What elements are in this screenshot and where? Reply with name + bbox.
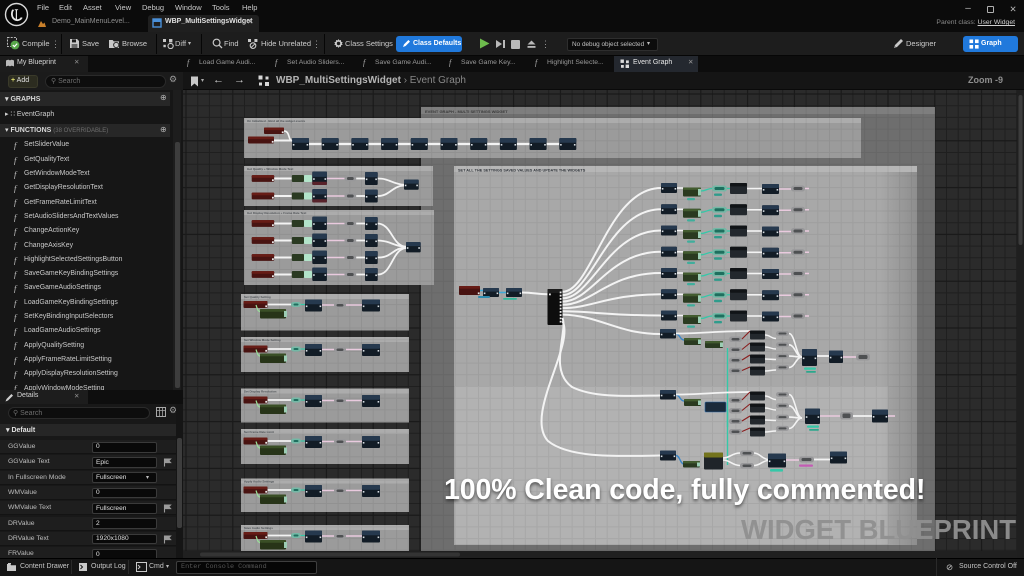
svg-text:Set Display Resolution: Set Display Resolution (244, 390, 277, 394)
svg-text:SET ALL THE SETTINGS SAVED VAL: SET ALL THE SETTINGS SAVED VALUES AND UP… (458, 169, 586, 173)
svg-text:Get Quality + Window Mode Text: Get Quality + Window Mode Text (247, 167, 293, 171)
svg-text:Set Quality Setting: Set Quality Setting (244, 295, 271, 299)
